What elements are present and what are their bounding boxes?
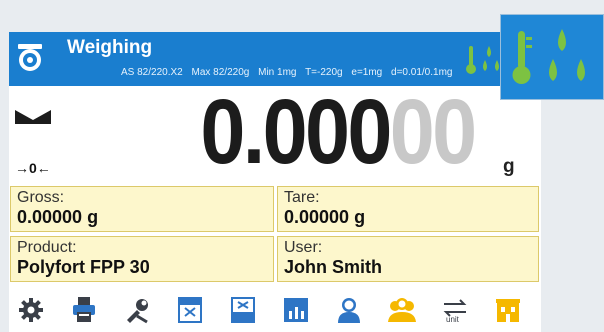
tools-button[interactable] xyxy=(119,294,155,326)
printer-icon xyxy=(73,297,95,322)
footer-printout-button[interactable] xyxy=(225,294,261,326)
thermometer-icon xyxy=(466,46,476,74)
spec-tare: T=-220g xyxy=(305,67,343,78)
user-button[interactable] xyxy=(331,294,367,326)
spec-d: d=0.01/0.1mg xyxy=(391,67,453,78)
product-value: Polyfort FPP 30 xyxy=(17,257,150,277)
environment-popup-icons xyxy=(512,29,585,84)
spec-max: Max 82/220g xyxy=(191,67,250,78)
user-field[interactable]: User: John Smith xyxy=(277,236,539,282)
weight-display: →0← 0.00000 g xyxy=(9,81,541,186)
statistics-icon xyxy=(284,298,308,322)
scale-logo-icon xyxy=(18,44,42,71)
warehouse-button[interactable] xyxy=(490,294,526,326)
header-printout-icon xyxy=(178,297,202,323)
svg-text:unit: unit xyxy=(446,315,460,324)
stable-icon xyxy=(15,110,51,124)
settings-gear-icon xyxy=(19,298,43,322)
header-printout-button[interactable] xyxy=(172,294,208,326)
gross-value: 0.00000 g xyxy=(17,207,99,227)
tare-label: Tare: xyxy=(284,189,320,206)
warehouse-icon xyxy=(496,299,520,322)
humidity-drops-icon xyxy=(483,46,499,71)
gross-field[interactable]: Gross: 0.00000 g xyxy=(10,186,274,232)
product-field[interactable]: Product: Polyfort FPP 30 xyxy=(10,236,274,282)
unit-change-icon: unit xyxy=(443,299,467,324)
users-button[interactable] xyxy=(384,294,420,326)
zero-indicator: →0← xyxy=(15,160,51,176)
statistics-button[interactable] xyxy=(278,294,314,326)
product-label: Product: xyxy=(17,239,77,256)
users-icon xyxy=(388,298,416,322)
spec-e: e=1mg xyxy=(351,67,383,78)
page-title: Weighing xyxy=(67,37,153,58)
weight-reading: 0.00000 xyxy=(200,80,478,185)
unit-change-button[interactable]: unit xyxy=(437,294,473,326)
function-toolbar: unit xyxy=(9,286,541,332)
user-value: John Smith xyxy=(284,257,382,277)
header-bar: Weighing AS 82/220.X2 Max 82/220g Min 1m… xyxy=(9,32,541,86)
environment-popup[interactable] xyxy=(500,14,604,100)
gross-label: Gross: xyxy=(17,189,65,206)
tare-field[interactable]: Tare: 0.00000 g xyxy=(277,186,539,232)
humidity-drops-icon xyxy=(549,29,585,81)
spec-min: Min 1mg xyxy=(258,67,297,78)
spec-model: AS 82/220.X2 xyxy=(121,67,183,78)
tools-icon xyxy=(127,299,148,324)
weighing-screen: Weighing AS 82/220.X2 Max 82/220g Min 1m… xyxy=(9,32,541,332)
user-icon xyxy=(338,298,360,323)
thermometer-icon xyxy=(512,31,532,84)
tare-value: 0.00000 g xyxy=(284,207,366,227)
settings-button[interactable] xyxy=(13,294,49,326)
scale-specs: AS 82/220.X2 Max 82/220g Min 1mg T=-220g… xyxy=(121,67,458,78)
footer-printout-icon xyxy=(231,297,255,323)
print-button[interactable] xyxy=(66,294,102,326)
reading-main-digits: 0.000 xyxy=(200,81,393,183)
user-label: User: xyxy=(284,239,323,256)
weight-unit[interactable]: g xyxy=(503,156,515,178)
reading-faded-digits: 00 xyxy=(390,81,477,183)
